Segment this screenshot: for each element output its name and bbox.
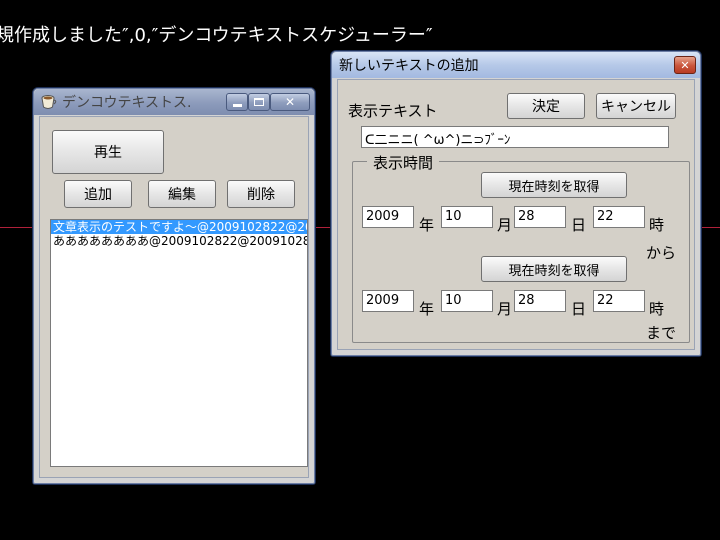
display-time-label: 表示時間 [367, 152, 440, 173]
start-hour-unit: 時 [649, 216, 665, 234]
add-dialog-title: 新しいテキストの追加 [339, 58, 479, 74]
list-item-2[interactable]: ああああああああ@2009102822@20091028229 [51, 234, 307, 248]
get-start-time-button[interactable]: 現在時刻を取得 [481, 172, 627, 198]
main-window-titlebar[interactable]: デンコウテキストス... ✕ [34, 89, 314, 115]
end-month-field[interactable]: 10 [441, 290, 493, 312]
start-year-unit: 年 [419, 216, 435, 234]
end-year-field[interactable]: 2009 [362, 290, 414, 312]
add-button[interactable]: 追加 [64, 180, 132, 208]
close-button[interactable]: ✕ [270, 93, 310, 111]
main-window-client: 再生 追加 編集 削除 文章表示のテストですよ～@2009102822@2009… [39, 116, 309, 478]
end-month-unit: 月 [497, 300, 513, 318]
start-year-field[interactable]: 2009 [362, 206, 414, 228]
end-day-field[interactable]: 28 [514, 290, 566, 312]
background-console-text: 規作成しました″,0,″デンコウテキストスケジューラー″ [0, 25, 433, 46]
add-dialog-client: 表示テキスト 決定 キャンセル ᑕ二ニニ( ^ω^)ニ⊃ﾌﾞｰﾝ 表示時間 現在… [337, 79, 695, 350]
display-text-input[interactable]: ᑕ二ニニ( ^ω^)ニ⊃ﾌﾞｰﾝ [361, 126, 669, 148]
from-label: から [646, 244, 677, 262]
start-month-unit: 月 [497, 216, 513, 234]
get-end-time-button[interactable]: 現在時刻を取得 [481, 256, 627, 282]
start-day-unit: 日 [571, 216, 587, 234]
end-year-unit: 年 [419, 300, 435, 318]
maximize-button[interactable] [248, 93, 270, 111]
minimize-button[interactable] [226, 93, 248, 111]
add-text-dialog: 新しいテキストの追加 ✕ 表示テキスト 決定 キャンセル ᑕ二ニニ( ^ω^)ニ… [330, 50, 702, 357]
list-item-1[interactable]: 文章表示のテストですよ～@2009102822@2009 [51, 220, 307, 234]
ok-button[interactable]: 決定 [507, 93, 585, 119]
delete-button[interactable]: 削除 [227, 180, 295, 208]
start-hour-field[interactable]: 22 [593, 206, 645, 228]
minimize-icon [232, 103, 242, 107]
play-button[interactable]: 再生 [52, 130, 164, 174]
schedule-list[interactable]: 文章表示のテストですよ～@2009102822@2009 ああああああああ@20… [50, 219, 308, 467]
main-window-title: デンコウテキストス... [62, 95, 190, 111]
add-dialog-titlebar[interactable]: 新しいテキストの追加 ✕ [332, 52, 700, 78]
app-cup-icon [40, 93, 58, 111]
edit-button[interactable]: 編集 [148, 180, 216, 208]
start-month-field[interactable]: 10 [441, 206, 493, 228]
display-time-group: 表示時間 現在時刻を取得 2009 年 10 月 28 日 22 時 から 現在… [352, 152, 690, 343]
maximize-icon [254, 98, 264, 106]
main-window: デンコウテキストス... ✕ 再生 追加 編集 削除 文章表示のテストですよ～@… [32, 87, 316, 485]
end-hour-unit: 時 [649, 300, 665, 318]
end-hour-field[interactable]: 22 [593, 290, 645, 312]
add-dialog-close-button[interactable]: ✕ [674, 56, 696, 74]
close-icon: ✕ [680, 58, 690, 72]
close-icon: ✕ [284, 95, 296, 109]
display-text-label: 表示テキスト [348, 102, 438, 120]
end-day-unit: 日 [571, 300, 587, 318]
start-day-field[interactable]: 28 [514, 206, 566, 228]
cancel-button[interactable]: キャンセル [596, 93, 676, 119]
until-label: まで [646, 324, 677, 342]
